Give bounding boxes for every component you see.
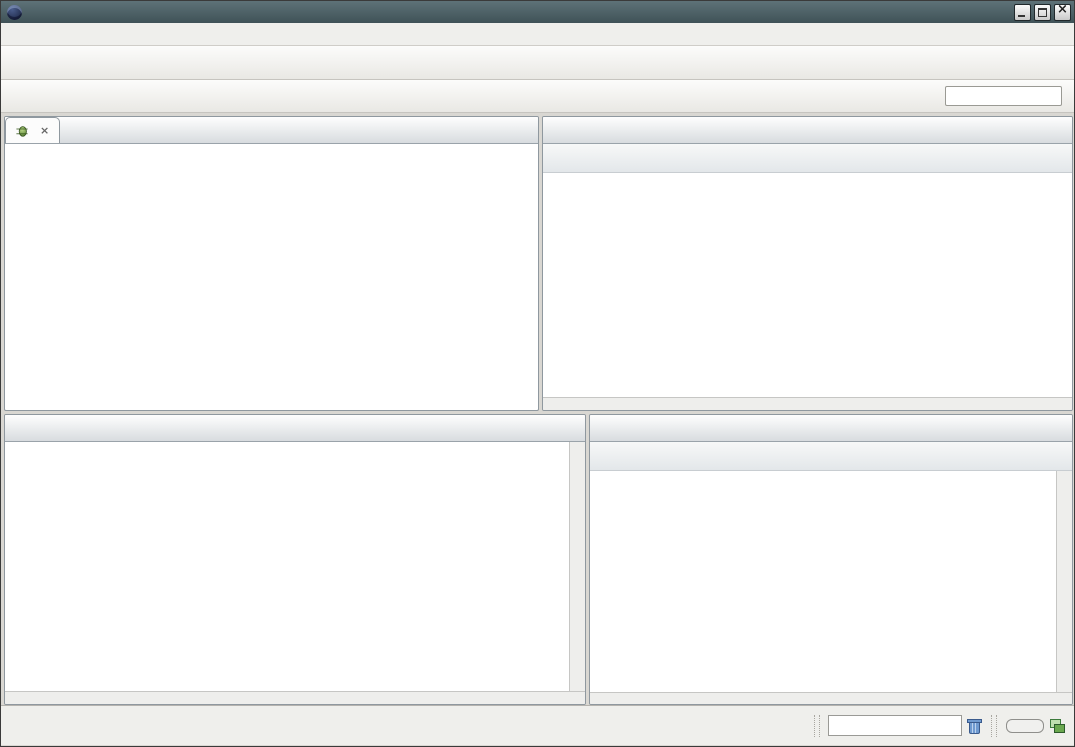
console-view	[589, 414, 1073, 705]
heap-status-text	[829, 716, 961, 735]
status-grip-2	[991, 715, 997, 737]
menu-bar	[1, 23, 1074, 46]
breakpoints-list	[543, 173, 1072, 397]
eclipse-logo-icon	[7, 5, 22, 20]
tab-debug[interactable]: ×	[5, 117, 60, 143]
status-bar	[1, 705, 1074, 745]
editor-area	[4, 414, 586, 705]
debug-view-header: ×	[5, 117, 538, 144]
breakpoints-view	[542, 116, 1073, 411]
editor-vscrollbar[interactable]	[569, 442, 585, 691]
console-vscrollbar[interactable]	[1056, 471, 1072, 692]
main-toolbar-row-2	[1, 80, 1074, 113]
editor-body[interactable]	[5, 442, 585, 691]
window-maximize-button[interactable]	[1034, 4, 1051, 21]
eclipse-window: ×	[0, 0, 1075, 747]
breakpoints-hscrollbar[interactable]	[543, 397, 1072, 411]
debug-icon	[16, 124, 29, 137]
title-bar	[1, 1, 1074, 23]
debug-launch-tree	[5, 144, 538, 149]
main-toolbar-row-1	[1, 46, 1074, 80]
debug-view: ×	[4, 116, 539, 411]
code-lines[interactable]	[5, 442, 569, 691]
heap-status	[828, 715, 962, 736]
progress-bar	[1006, 719, 1044, 733]
console-hscrollbar[interactable]	[590, 692, 1072, 705]
editor-hscrollbar[interactable]	[5, 691, 585, 705]
run-garbage-collector-button[interactable]	[966, 718, 983, 734]
status-grip	[814, 715, 820, 737]
window-close-button[interactable]	[1054, 4, 1071, 21]
console-output[interactable]	[590, 471, 1056, 692]
tab-close-icon[interactable]: ×	[38, 124, 51, 137]
show-progress-view-button[interactable]	[1049, 718, 1066, 734]
console-toolbar	[590, 442, 1072, 471]
editor-tab-row	[5, 415, 585, 442]
console-view-header	[590, 415, 1072, 442]
window-minimize-button[interactable]	[1014, 4, 1031, 21]
quick-access-input[interactable]	[945, 86, 1062, 106]
breakpoints-view-header	[543, 117, 1072, 144]
breakpoints-toolbar	[543, 144, 1072, 173]
